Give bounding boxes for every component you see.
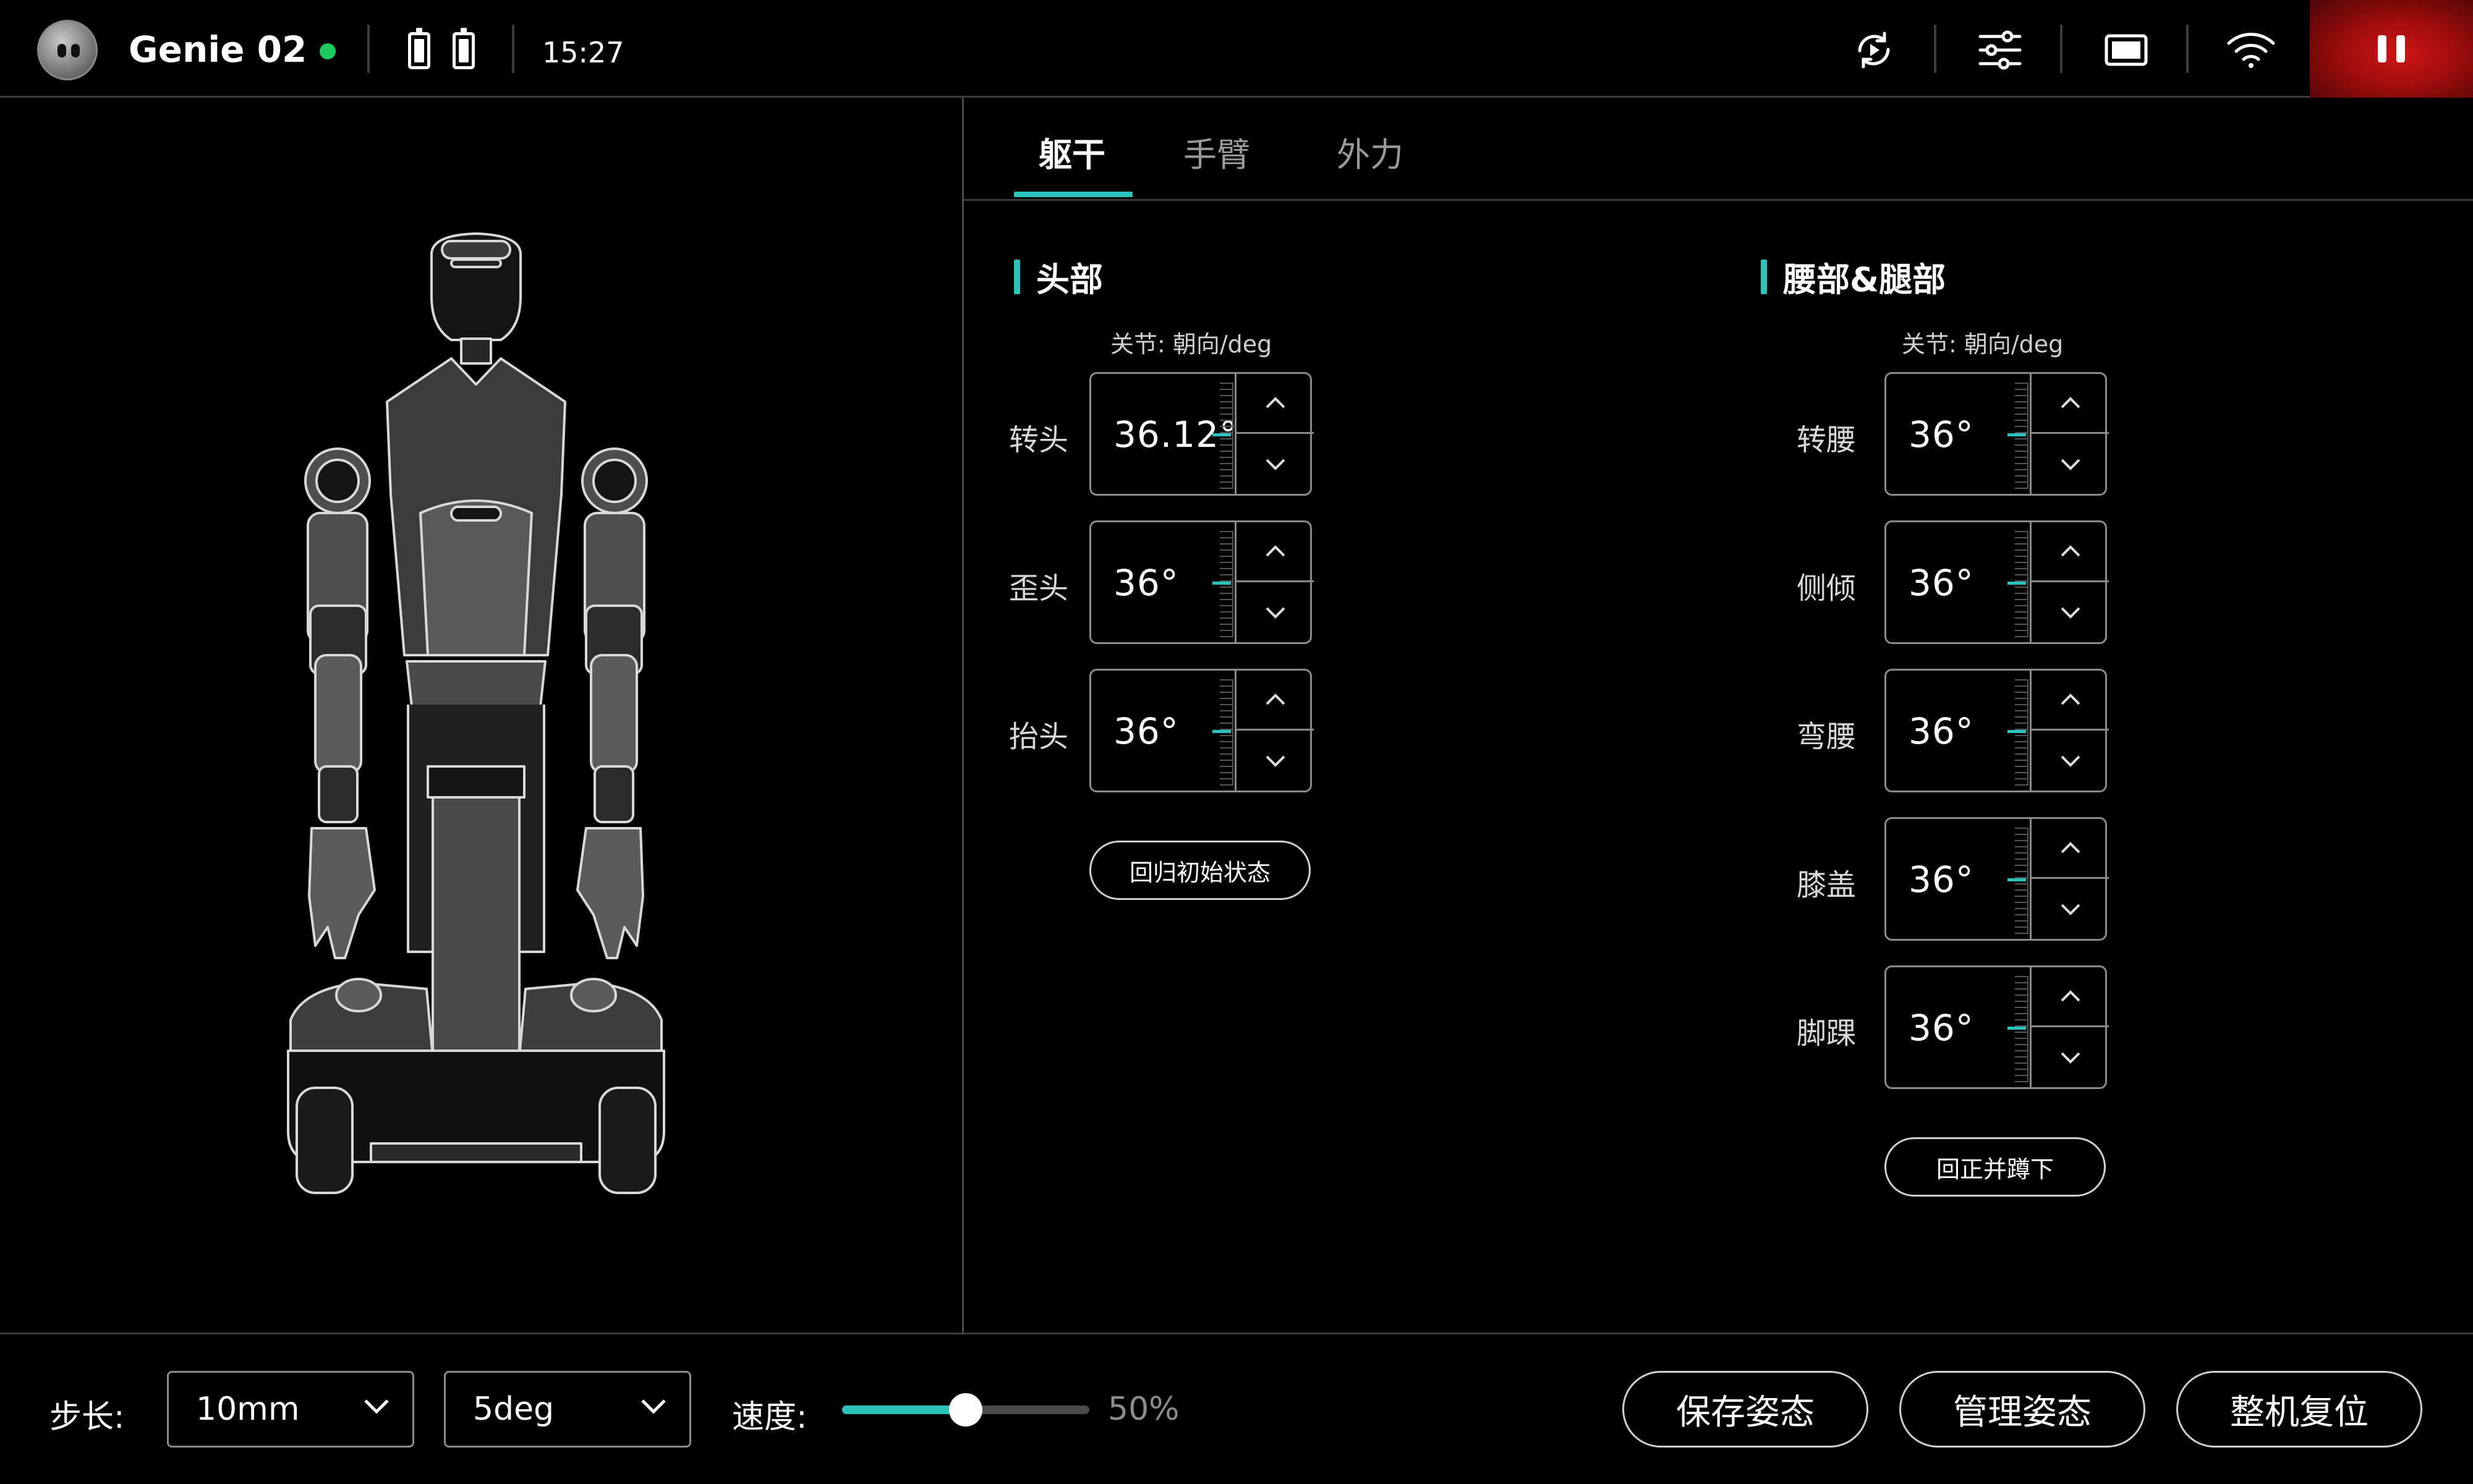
joint-caption: 关节: 朝向/deg bbox=[1110, 331, 1272, 358]
stepper-value[interactable]: 36° bbox=[1909, 710, 1974, 752]
ruler-marker bbox=[1212, 433, 1231, 436]
reset-robot-button[interactable]: 整机复位 bbox=[2176, 1371, 2422, 1448]
connection-status-dot bbox=[320, 43, 336, 59]
joint-label-turn-waist: 转腰 bbox=[1797, 423, 1857, 457]
joint-caption: 关节: 朝向/deg bbox=[1902, 331, 2064, 358]
stepper-knee: 36° bbox=[1884, 817, 2109, 941]
stepper-raise-head: 36° bbox=[1089, 669, 1314, 792]
stepper-value[interactable]: 36° bbox=[1909, 413, 1974, 456]
top-bar: Genie 02 15:27 bbox=[0, 0, 2473, 98]
speed-slider-thumb[interactable] bbox=[949, 1393, 982, 1427]
straighten-squat-button[interactable]: 回正并蹲下 bbox=[1884, 1137, 2106, 1197]
manage-pose-button[interactable]: 管理姿态 bbox=[1899, 1371, 2145, 1448]
stepper-turn-waist: 36° bbox=[1884, 372, 2109, 496]
ruler-marker bbox=[2007, 582, 2026, 585]
divider bbox=[2186, 25, 2189, 73]
joint-label-tilt-head: 歪头 bbox=[1009, 571, 1069, 606]
chevron-down-icon bbox=[364, 1399, 389, 1414]
stepper-turn-head: 36.12° bbox=[1089, 372, 1314, 496]
reset-head-button[interactable]: 回归初始状态 bbox=[1089, 841, 1311, 900]
joint-label-ankle: 脚踝 bbox=[1797, 1016, 1857, 1051]
joint-label-raise-head: 抬头 bbox=[1009, 719, 1069, 754]
pause-button[interactable] bbox=[2310, 0, 2473, 98]
increment-button[interactable] bbox=[2032, 671, 2109, 731]
step-mm-select[interactable]: 10mm bbox=[167, 1371, 414, 1448]
robot-control-app: Genie 02 15:27 躯干 手臂 外力 头部 关节: 朝向/deg 转头… bbox=[0, 0, 2473, 1484]
increment-button[interactable] bbox=[2032, 374, 2109, 434]
ruler-marker bbox=[2007, 1027, 2026, 1030]
stepper-value[interactable]: 36° bbox=[1909, 562, 1974, 604]
wifi-icon[interactable] bbox=[2223, 22, 2279, 78]
tab-external-force[interactable]: 外力 bbox=[1337, 127, 1403, 176]
decrement-button[interactable] bbox=[2032, 1027, 2109, 1087]
speed-value: 50% bbox=[1108, 1391, 1180, 1428]
joint-label-turn-head: 转头 bbox=[1009, 423, 1069, 457]
divider bbox=[367, 25, 370, 73]
refresh-play-icon[interactable] bbox=[1846, 22, 1902, 78]
select-value: 10mm bbox=[196, 1391, 300, 1428]
divider bbox=[2060, 25, 2062, 73]
stepper-tilt-head: 36° bbox=[1089, 520, 1314, 644]
tabs-divider bbox=[964, 199, 2473, 201]
select-value: 5deg bbox=[473, 1391, 555, 1428]
ruler-marker bbox=[2007, 730, 2026, 733]
app-title: Genie 02 bbox=[129, 28, 307, 70]
decrement-button[interactable] bbox=[2032, 434, 2109, 494]
increment-button[interactable] bbox=[1236, 671, 1314, 731]
stepper-side-tilt: 36° bbox=[1884, 520, 2109, 644]
stepper-value[interactable]: 36° bbox=[1909, 859, 1974, 901]
joint-label-bend-waist: 弯腰 bbox=[1797, 719, 1857, 754]
screen-icon[interactable] bbox=[2098, 22, 2154, 78]
sliders-icon[interactable] bbox=[1972, 22, 2028, 78]
chevron-down-icon bbox=[641, 1399, 666, 1414]
joint-label-knee: 膝盖 bbox=[1797, 868, 1857, 902]
speed-slider-fill bbox=[842, 1406, 966, 1414]
active-tab-indicator bbox=[1014, 192, 1133, 197]
section-title-waist-legs: 腰部&腿部 bbox=[1761, 252, 1946, 301]
increment-button[interactable] bbox=[2032, 967, 2109, 1027]
tab-torso[interactable]: 躯干 bbox=[1039, 127, 1105, 176]
stepper-value[interactable]: 36° bbox=[1113, 710, 1179, 752]
decrement-button[interactable] bbox=[1236, 582, 1314, 642]
panel-divider bbox=[962, 98, 964, 1333]
pause-icon bbox=[2378, 35, 2386, 62]
decrement-button[interactable] bbox=[2032, 879, 2109, 939]
save-pose-button[interactable]: 保存姿态 bbox=[1622, 1371, 1868, 1448]
increment-button[interactable] bbox=[2032, 522, 2109, 582]
divider bbox=[1934, 25, 1936, 73]
increment-button[interactable] bbox=[1236, 374, 1314, 434]
ruler-marker bbox=[1212, 730, 1231, 733]
robot-avatar-icon bbox=[37, 20, 98, 80]
stepper-value[interactable]: 36° bbox=[1909, 1007, 1974, 1049]
step-label: 步长: bbox=[49, 1399, 125, 1436]
decrement-button[interactable] bbox=[1236, 731, 1314, 791]
robot-illustration bbox=[287, 232, 665, 1194]
battery-icon bbox=[453, 28, 475, 69]
decrement-button[interactable] bbox=[2032, 731, 2109, 791]
stepper-value[interactable]: 36° bbox=[1113, 562, 1179, 604]
ruler-marker bbox=[2007, 433, 2026, 436]
stepper-ankle: 36° bbox=[1884, 965, 2109, 1089]
ruler-marker bbox=[1212, 582, 1231, 585]
speed-slider[interactable] bbox=[842, 1393, 1089, 1427]
battery-icon bbox=[408, 28, 430, 69]
ruler-marker bbox=[2007, 878, 2026, 881]
decrement-button[interactable] bbox=[2032, 582, 2109, 642]
decrement-button[interactable] bbox=[1236, 434, 1314, 494]
section-title-head: 头部 bbox=[1014, 252, 1103, 301]
stepper-bend-waist: 36° bbox=[1884, 669, 2109, 792]
joint-label-side-tilt: 侧倾 bbox=[1797, 571, 1857, 606]
clock: 15:27 bbox=[542, 36, 624, 69]
step-deg-select[interactable]: 5deg bbox=[444, 1371, 691, 1448]
bottom-divider bbox=[0, 1333, 2473, 1334]
divider bbox=[512, 25, 514, 73]
tab-arm[interactable]: 手臂 bbox=[1183, 127, 1250, 176]
speed-label: 速度: bbox=[732, 1399, 807, 1436]
increment-button[interactable] bbox=[1236, 522, 1314, 582]
increment-button[interactable] bbox=[2032, 819, 2109, 879]
